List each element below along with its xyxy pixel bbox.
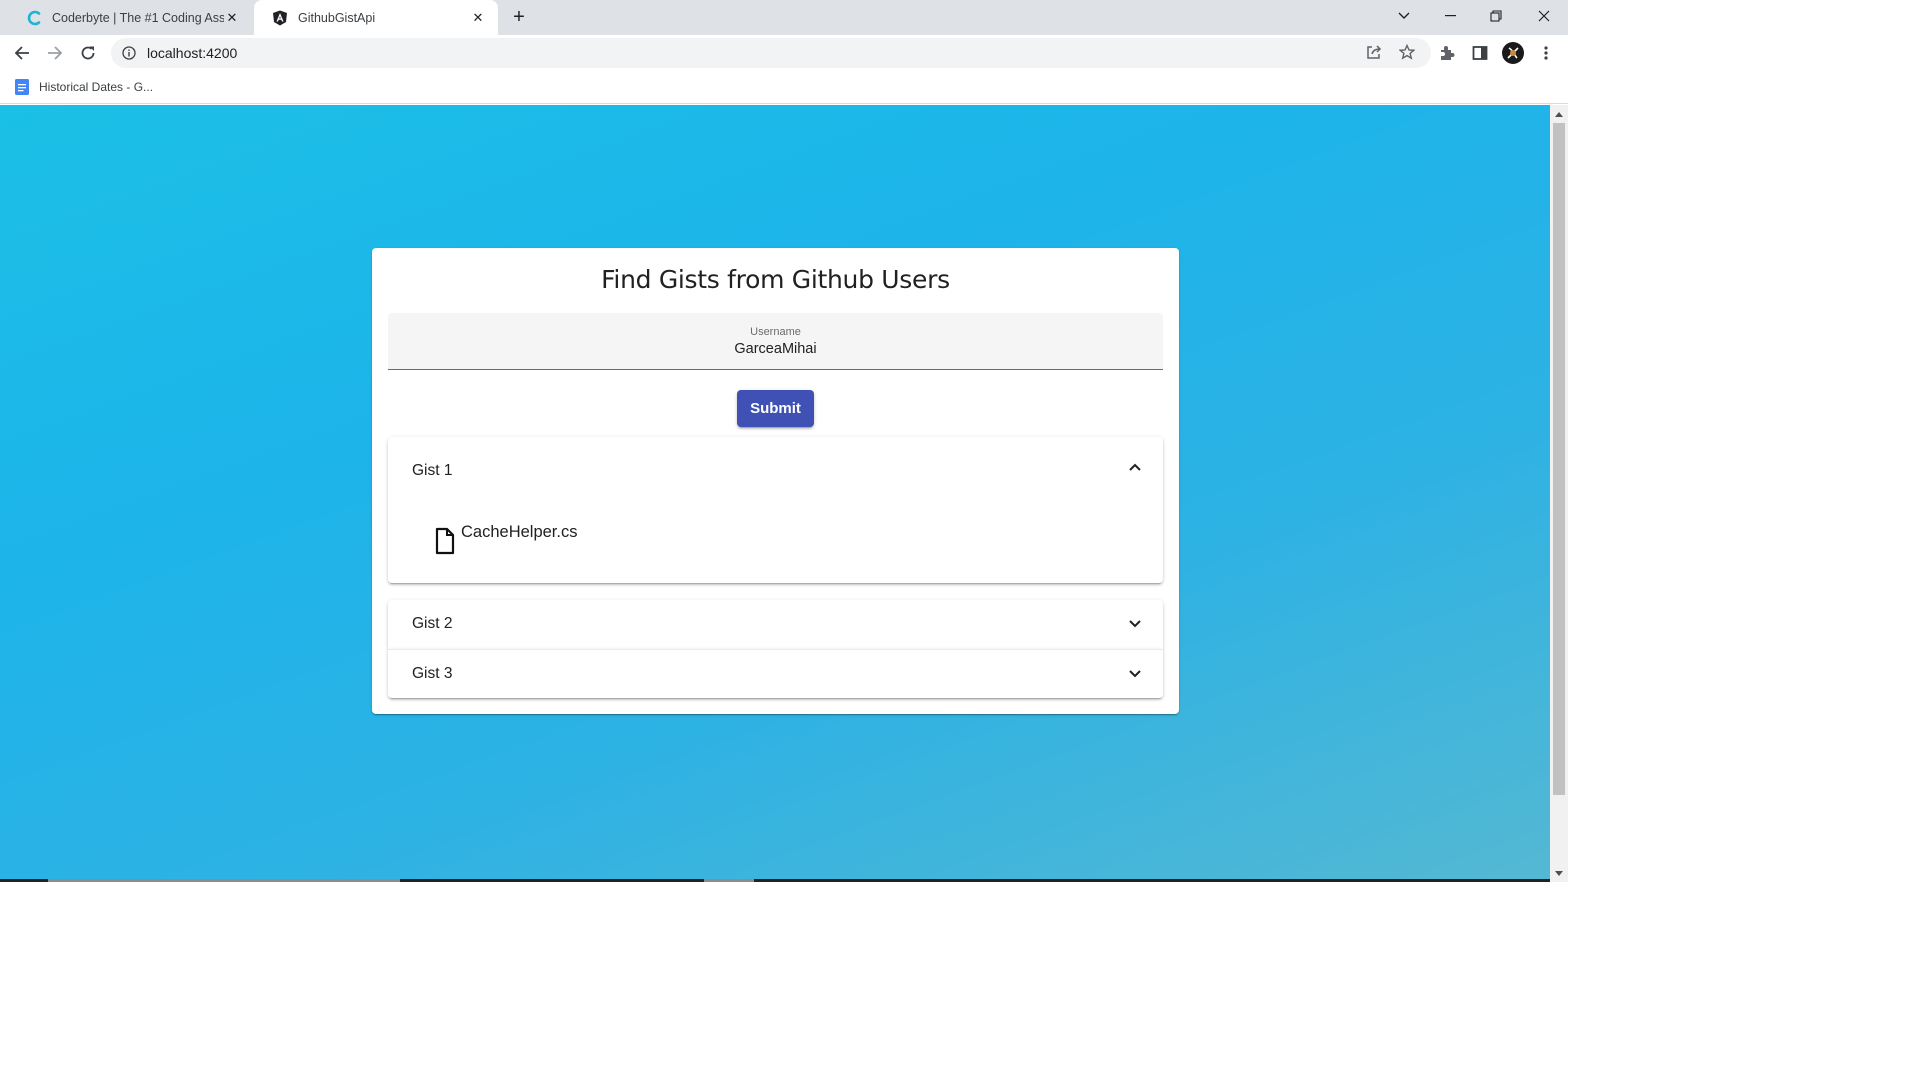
gist-title: Gist 2 (412, 615, 453, 632)
gist-panel-3: Gist 3 (388, 649, 1163, 698)
bookmark-historical-dates[interactable]: Historical Dates - G... (14, 77, 153, 97)
gist-panel-header[interactable]: Gist 2 (388, 600, 1163, 648)
more-menu-icon[interactable] (1532, 39, 1560, 67)
close-window-icon[interactable] (1521, 0, 1567, 32)
tab-coderbyte[interactable]: Coderbyte | The #1 Coding Asses ✕ (8, 0, 252, 35)
tab-search-icon[interactable] (1381, 0, 1427, 32)
page-title: Find Gists from Github Users (601, 265, 950, 294)
profile-avatar-icon[interactable] (1499, 39, 1527, 67)
gist-panel-header[interactable]: Gist 1 (388, 437, 1163, 501)
bookmark-star-icon[interactable] (1397, 42, 1417, 62)
extensions-puzzle-icon[interactable] (1433, 39, 1461, 67)
scroll-down-arrow-icon[interactable] (1555, 871, 1563, 876)
gist-panel-2: Gist 2 (388, 600, 1163, 649)
tab-title: GithubGistApi (298, 10, 376, 25)
reload-icon[interactable] (74, 39, 102, 67)
file-name: CacheHelper.cs (461, 523, 578, 541)
gist-file-item[interactable]: CacheHelper.cs (434, 523, 577, 555)
page-viewport: Find Gists from Github Users Username Su… (0, 105, 1550, 882)
chevron-up-icon (1127, 459, 1143, 475)
restore-icon[interactable] (1473, 0, 1519, 32)
side-panel-icon[interactable] (1466, 39, 1494, 67)
vertical-scrollbar[interactable] (1550, 105, 1568, 882)
close-tab-icon[interactable]: ✕ (470, 10, 486, 26)
back-arrow-icon[interactable] (8, 39, 36, 67)
scrollbar-thumb[interactable] (1553, 123, 1565, 795)
tab-title: Coderbyte | The #1 Coding Asses (52, 10, 224, 25)
close-tab-icon[interactable]: ✕ (224, 10, 240, 26)
address-bar[interactable]: localhost:4200 (111, 38, 1431, 68)
gist-panel-header[interactable]: Gist 3 (388, 650, 1163, 698)
tab-githubgistapi[interactable]: GithubGistApi ✕ (254, 0, 498, 35)
scroll-up-arrow-icon[interactable] (1555, 112, 1563, 117)
username-field[interactable]: Username (388, 313, 1163, 370)
gist-title: Gist 1 (412, 462, 453, 479)
gist-search-card: Find Gists from Github Users Username Su… (372, 248, 1179, 714)
submit-button[interactable]: Submit (737, 390, 814, 427)
minimize-icon[interactable] (1427, 0, 1473, 32)
bookmark-label: Historical Dates - G... (39, 80, 154, 94)
forward-arrow-icon[interactable] (41, 39, 69, 67)
new-tab-icon[interactable]: + (508, 6, 530, 28)
username-input[interactable] (388, 341, 1163, 357)
share-icon[interactable] (1364, 42, 1384, 62)
bottom-edge-segment (704, 879, 754, 882)
username-label: Username (750, 326, 801, 338)
bookmarks-bar: Historical Dates - G... (0, 71, 1568, 104)
gist-panel-1: Gist 1 CacheHelper.cs (388, 437, 1163, 583)
url-text: localhost:4200 (147, 45, 238, 61)
tab-strip: Coderbyte | The #1 Coding Asses ✕ Github… (0, 0, 1568, 35)
angular-logo-icon (272, 10, 288, 26)
bottom-edge-segment (48, 879, 400, 882)
gist-title: Gist 3 (412, 665, 453, 682)
chevron-down-icon (1127, 616, 1143, 632)
bottom-edge (0, 879, 1550, 882)
info-icon[interactable] (121, 45, 137, 61)
coderbyte-logo-icon (26, 10, 42, 26)
browser-toolbar: localhost:4200 (0, 35, 1568, 71)
chevron-down-icon (1127, 666, 1143, 682)
google-docs-icon (15, 79, 29, 95)
file-icon (435, 527, 455, 555)
